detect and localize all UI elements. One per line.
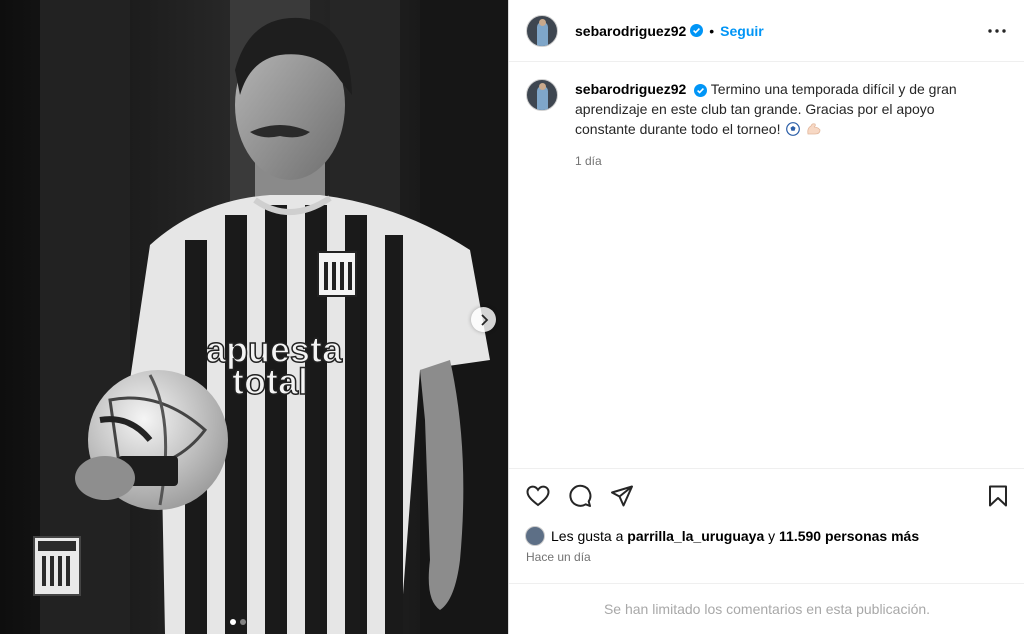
avatar[interactable] — [526, 14, 558, 47]
likes-summary: Les gusta a parrilla_la_uruguaya y 11.59… — [525, 526, 919, 546]
flexed-biceps-icon — [806, 121, 822, 141]
chevron-right-icon — [480, 313, 488, 326]
caption-timestamp[interactable]: 1 día — [575, 151, 975, 171]
post-header: sebarodriguez92 • Seguir — [509, 0, 1024, 62]
sponsor-text-total: total — [232, 361, 308, 402]
verified-badge-icon — [694, 83, 708, 97]
post-author-username[interactable]: sebarodriguez92 — [575, 23, 686, 39]
likes-user-link[interactable]: parrilla_la_uruguaya — [627, 528, 764, 544]
more-options-icon[interactable] — [985, 19, 1009, 43]
club-crest-logo — [33, 536, 81, 596]
likes-count-link[interactable]: 11.590 personas más — [779, 528, 919, 544]
avatar[interactable] — [526, 79, 558, 111]
comments-limited-notice: Se han limitado los comentarios en esta … — [509, 583, 1024, 634]
post-caption: sebarodriguez92 Termino una temporada di… — [526, 79, 1006, 171]
carousel-indicator — [230, 619, 246, 625]
post-timestamp[interactable]: Hace un día — [526, 550, 591, 564]
post-action-bar — [509, 468, 1024, 522]
likes-prefix: Les gusta a — [551, 528, 624, 544]
follow-button[interactable]: Seguir — [720, 23, 764, 39]
soccer-ball-icon — [786, 121, 801, 141]
bookmark-icon[interactable] — [985, 483, 1011, 509]
comment-icon[interactable] — [567, 483, 593, 509]
caption-author-username[interactable]: sebarodriguez92 — [575, 81, 686, 97]
carousel-dot — [240, 619, 246, 625]
avatar[interactable] — [525, 526, 545, 546]
share-icon[interactable] — [609, 483, 635, 509]
likes-joiner: y — [768, 528, 776, 544]
post-photo: apuesta total — [0, 0, 508, 634]
carousel-dot-active — [230, 619, 236, 625]
heart-icon[interactable] — [525, 483, 551, 509]
post-details-panel: sebarodriguez92 • Seguir sebarodriguez92… — [508, 0, 1024, 634]
separator-dot: • — [709, 22, 715, 39]
verified-badge-icon — [690, 24, 704, 37]
carousel-next-button[interactable] — [471, 307, 496, 332]
post-media[interactable]: apuesta total — [0, 0, 508, 634]
